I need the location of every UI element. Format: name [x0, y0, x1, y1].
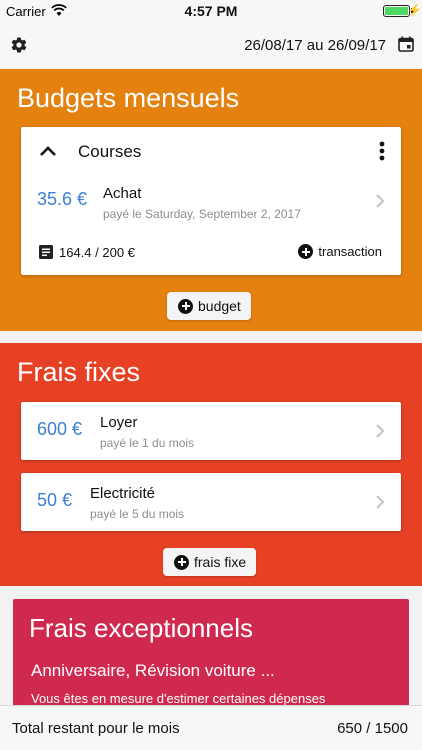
budgets-section: Budgets mensuels Courses 35.6 € Achat pa… [0, 69, 422, 331]
status-time: 4:57 PM [184, 3, 238, 19]
transaction-amount: 35.6 € [37, 189, 88, 209]
add-fixed-label: frais fixe [194, 554, 247, 570]
budget-progress: 164.4 / 200 € [59, 245, 135, 260]
transaction-row[interactable]: 35.6 € Achat payé le Saturday, September… [21, 173, 401, 227]
budgets-title: Budgets mensuels [17, 83, 240, 113]
gear-icon[interactable] [10, 36, 28, 54]
add-budget-button[interactable]: budget [167, 292, 251, 320]
chevron-right-icon [376, 424, 385, 438]
toolbar: 26/08/17 au 26/09/17 [0, 22, 422, 68]
exceptional-title: Frais exceptionnels [29, 613, 253, 643]
fixed-sub: payé le 1 du mois [100, 436, 195, 450]
footer-label: Total restant pour le mois [12, 720, 180, 737]
chevron-right-icon [376, 194, 385, 208]
add-budget-label: budget [198, 298, 241, 314]
calendar-icon[interactable] [398, 36, 414, 52]
plus-circle-icon [178, 298, 193, 314]
more-vertical-icon[interactable] [379, 141, 385, 161]
status-bar: Carrier 4:57 PM ⚡ [0, 0, 422, 22]
add-transaction-button[interactable]: transaction [298, 244, 382, 259]
exceptional-description: Vous êtes en mesure d'estimer certaines … [31, 691, 326, 706]
chevron-up-icon[interactable] [39, 145, 57, 157]
charging-icon: ⚡ [407, 3, 422, 17]
add-fixed-button[interactable]: frais fixe [163, 548, 257, 576]
plus-circle-icon [298, 244, 314, 259]
exceptional-subtitle: Anniversaire, Révision voiture ... [31, 661, 275, 680]
transaction-date: payé le Saturday, September 2, 2017 [103, 207, 301, 221]
transaction-label: Achat [103, 185, 142, 202]
add-transaction-label: transaction [318, 244, 382, 259]
plus-circle-icon [174, 554, 189, 570]
footer-bar: Total restant pour le mois 650 / 1500 [0, 705, 422, 750]
fixed-section: Frais fixes 600 € Loyer payé le 1 du moi… [0, 343, 422, 586]
fixed-item-electricite[interactable]: 50 € Electricité payé le 5 du mois [21, 473, 401, 531]
battery-icon [383, 5, 410, 17]
fixed-amount: 50 € [37, 490, 73, 510]
date-range[interactable]: 26/08/17 au 26/09/17 [244, 37, 386, 54]
fixed-amount: 600 € [37, 419, 83, 439]
fixed-label: Loyer [100, 414, 138, 431]
footer-value: 650 / 1500 [337, 720, 408, 737]
list-icon [39, 245, 53, 259]
budget-card-courses: Courses 35.6 € Achat payé le Saturday, S… [21, 127, 401, 275]
budget-name: Courses [78, 142, 142, 161]
chevron-right-icon [376, 495, 385, 509]
fixed-title: Frais fixes [17, 357, 141, 387]
exceptional-section[interactable]: Frais exceptionnels Anniversaire, Révisi… [13, 599, 409, 709]
fixed-label: Electricité [90, 485, 156, 502]
fixed-sub: payé le 5 du mois [90, 507, 185, 521]
fixed-item-loyer[interactable]: 600 € Loyer payé le 1 du mois [21, 402, 401, 460]
